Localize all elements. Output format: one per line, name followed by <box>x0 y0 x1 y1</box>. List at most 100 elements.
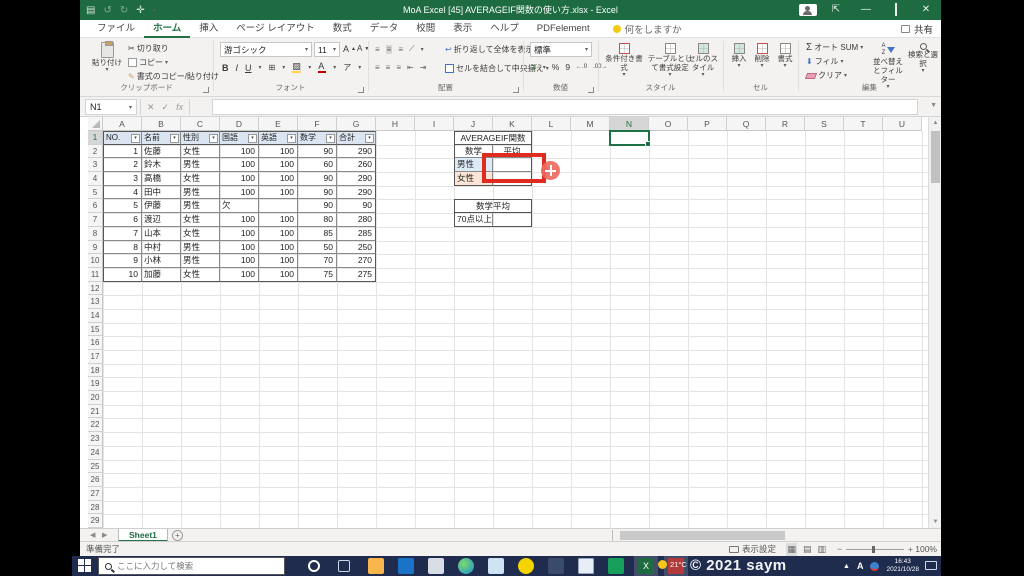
cell-B4[interactable]: 高橋 <box>142 172 181 186</box>
font-name-combo[interactable]: 游ゴシック ▾ <box>220 42 312 57</box>
cell-E8[interactable]: 100 <box>259 226 298 241</box>
qat-customize-icon[interactable]: ▾ <box>153 7 156 14</box>
number-dialog-launcher-icon[interactable] <box>588 87 594 93</box>
cell-D9[interactable]: 100 <box>220 240 259 255</box>
cell-D10[interactable]: 100 <box>220 254 259 268</box>
font-dialog-launcher-icon[interactable] <box>358 87 364 93</box>
notes-icon[interactable] <box>488 558 504 574</box>
cell-G2[interactable]: 290 <box>337 144 376 159</box>
font-color-icon[interactable]: A <box>318 62 327 73</box>
align-left-icon[interactable]: ≡ <box>375 63 380 72</box>
scroll-down-icon[interactable]: ▼ <box>929 516 942 528</box>
phonetic-icon[interactable]: ア <box>343 62 351 73</box>
cell-F11[interactable]: 75 <box>298 267 337 282</box>
column-header-F[interactable]: F <box>298 117 337 131</box>
cell-J1-averageif-title[interactable]: AVERAGEIF関数 <box>454 131 532 145</box>
orientation-icon[interactable]: ⟋ <box>409 44 415 54</box>
tab-数式[interactable]: 数式 <box>324 20 361 38</box>
filter-dropdown-icon[interactable]: ▾ <box>287 134 296 143</box>
cell-D6[interactable]: 欠 <box>220 199 259 214</box>
column-header-R[interactable]: R <box>766 117 805 131</box>
font-size-combo[interactable]: 11 ▾ <box>314 42 340 57</box>
cell-K7[interactable] <box>493 213 532 227</box>
zoom-thumb[interactable] <box>872 546 876 553</box>
cancel-icon[interactable]: ✕ <box>147 102 155 113</box>
cell-F8[interactable]: 85 <box>298 226 337 241</box>
tray-app-icon[interactable] <box>870 561 880 571</box>
formula-input[interactable] <box>212 99 918 115</box>
row-header-8[interactable]: 8 <box>88 226 103 241</box>
cell-E10[interactable]: 100 <box>259 254 298 268</box>
row-header-21[interactable]: 21 <box>88 404 103 419</box>
column-header-I[interactable]: I <box>415 117 454 131</box>
row-header-26[interactable]: 26 <box>88 473 103 487</box>
cell-E7[interactable]: 100 <box>259 213 298 227</box>
account-avatar[interactable] <box>799 4 817 16</box>
filter-dropdown-icon[interactable]: ▾ <box>209 134 218 143</box>
cell-D3[interactable]: 100 <box>220 158 259 173</box>
select-all-corner[interactable] <box>88 117 103 131</box>
mail-icon[interactable] <box>578 558 594 574</box>
cell-B7[interactable]: 渡辺 <box>142 213 181 227</box>
normal-view-icon[interactable]: ▦ <box>786 543 797 556</box>
row-header-4[interactable]: 4 <box>88 172 103 186</box>
row-header-23[interactable]: 23 <box>88 432 103 446</box>
taskbar-search-input[interactable] <box>117 561 267 571</box>
zoom-slider[interactable]: − + <box>837 543 913 556</box>
cell-E3[interactable]: 100 <box>259 158 298 173</box>
row-header-17[interactable]: 17 <box>88 350 103 364</box>
row-header-3[interactable]: 3 <box>88 158 103 173</box>
column-header-A[interactable]: A <box>103 117 142 131</box>
column-header-Q[interactable]: Q <box>727 117 766 131</box>
fill-button[interactable]: ⬇ フィル ▾ <box>806 56 844 67</box>
comma-style-icon[interactable]: 9 <box>565 62 570 72</box>
insert-function-icon[interactable]: fx <box>176 102 183 112</box>
cell-C7[interactable]: 女性 <box>181 213 220 227</box>
delete-cells-button[interactable]: 削除 ▾ <box>751 43 773 70</box>
undo-icon[interactable]: ↺ <box>103 5 111 16</box>
redo-icon[interactable]: ↻ <box>120 5 128 16</box>
conditional-formatting-button[interactable]: 条件付き書式 ▾ <box>604 43 644 79</box>
cell-F7[interactable]: 80 <box>298 213 337 227</box>
cell-G6[interactable]: 90 <box>337 199 376 214</box>
row-header-2[interactable]: 2 <box>88 144 103 159</box>
currency-icon[interactable]: ¥ <box>532 62 537 72</box>
tab-表示[interactable]: 表示 <box>444 20 481 38</box>
paste-button[interactable]: 貼り付け ▾ <box>90 41 124 74</box>
tab-ファイル[interactable]: ファイル <box>88 20 144 38</box>
view-settings-button[interactable]: 表示設定 <box>728 543 776 556</box>
cell-B6[interactable]: 伊藤 <box>142 199 181 214</box>
minimize-button[interactable]: — <box>851 0 881 20</box>
name-box[interactable]: N1 ▾ <box>85 99 137 115</box>
column-header-H[interactable]: H <box>376 117 415 131</box>
cell-C11[interactable]: 女性 <box>181 267 220 282</box>
fill-color-icon[interactable]: ▨ <box>292 62 302 73</box>
cell-B3[interactable]: 鈴木 <box>142 158 181 173</box>
cell-E2[interactable]: 100 <box>259 144 298 159</box>
copy-button[interactable]: コピー ▾ <box>128 57 168 68</box>
cell-A4[interactable]: 3 <box>103 172 142 186</box>
format-cells-button[interactable]: 書式 ▾ <box>774 43 796 70</box>
cell-F4[interactable]: 90 <box>298 172 337 186</box>
filter-dropdown-icon[interactable]: ▾ <box>170 134 179 143</box>
zoom-percentage[interactable]: 100% <box>915 543 937 556</box>
enter-icon[interactable]: ✓ <box>162 102 170 113</box>
tab-ホーム[interactable]: ホーム <box>144 20 191 38</box>
row-header-28[interactable]: 28 <box>88 500 103 515</box>
column-header-D[interactable]: D <box>220 117 259 131</box>
row-header-22[interactable]: 22 <box>88 418 103 433</box>
row-header-9[interactable]: 9 <box>88 240 103 255</box>
green-arrow-app-icon[interactable] <box>608 558 624 574</box>
align-bottom-icon[interactable]: ≡ <box>398 45 403 54</box>
align-middle-icon[interactable]: ≡ <box>385 44 393 54</box>
cell-G10[interactable]: 270 <box>337 254 376 268</box>
column-header-S[interactable]: S <box>805 117 844 131</box>
page-layout-view-icon[interactable]: ▤ <box>803 543 812 556</box>
row-header-20[interactable]: 20 <box>88 391 103 405</box>
cell-A7[interactable]: 6 <box>103 213 142 227</box>
store-icon[interactable] <box>428 558 444 574</box>
row-header-24[interactable]: 24 <box>88 445 103 460</box>
autosum-button[interactable]: Σ オート SUM ▾ <box>806 42 863 53</box>
row-header-6[interactable]: 6 <box>88 199 103 214</box>
column-header-M[interactable]: M <box>571 117 610 131</box>
